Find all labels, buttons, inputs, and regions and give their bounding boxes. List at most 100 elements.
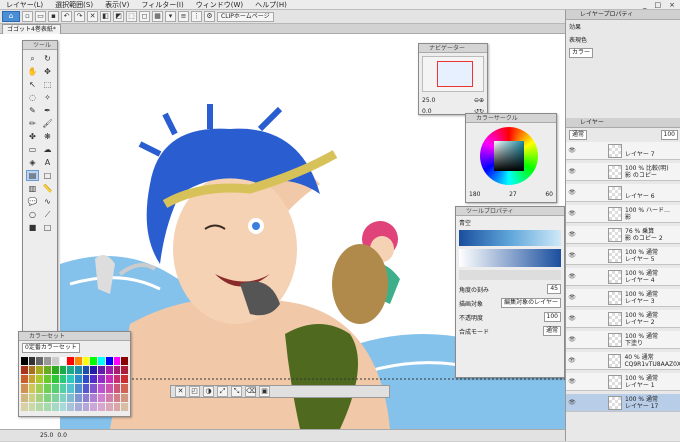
color-swatch[interactable] bbox=[21, 393, 28, 402]
wand-icon[interactable]: ✧ bbox=[41, 92, 54, 103]
color-swatch[interactable] bbox=[21, 366, 28, 375]
navigator-preview[interactable] bbox=[422, 56, 484, 92]
angle-snap-label[interactable]: 角度の刻み bbox=[459, 285, 489, 294]
color-swatch[interactable] bbox=[28, 393, 36, 402]
ellipse-icon[interactable]: ○ bbox=[26, 209, 39, 220]
color-swatch[interactable] bbox=[59, 384, 67, 393]
figure-icon[interactable]: □ bbox=[41, 170, 54, 181]
crop-icon[interactable]: ◰ bbox=[189, 386, 200, 397]
layer-row[interactable]: 👁 100 % 通常 レイヤー 4 bbox=[566, 268, 680, 286]
decoration-icon[interactable]: ❋ bbox=[41, 131, 54, 142]
pen-icon[interactable]: ✒ bbox=[41, 105, 54, 116]
color-swatch[interactable] bbox=[28, 384, 36, 393]
clip-homepage-button[interactable]: CLIPホームページ bbox=[217, 11, 274, 22]
color-swatch[interactable] bbox=[36, 393, 44, 402]
eraser-icon[interactable]: ▭ bbox=[26, 144, 39, 155]
eye-icon[interactable]: 👁 bbox=[566, 210, 578, 217]
color-swatch[interactable] bbox=[113, 402, 121, 411]
color-swatch[interactable] bbox=[105, 393, 113, 402]
deselect-icon[interactable]: ✕ bbox=[175, 386, 186, 397]
maximize-button[interactable]: □ bbox=[652, 0, 665, 10]
minimize-button[interactable]: _ bbox=[640, 0, 650, 10]
expand-icon[interactable]: ⤢ bbox=[217, 386, 228, 397]
home-icon[interactable]: ⌂ bbox=[2, 11, 20, 22]
gradient-preview[interactable] bbox=[459, 230, 561, 246]
layer-row[interactable]: 👁 100 % ハード… 影 bbox=[566, 205, 680, 223]
color-swatch[interactable] bbox=[44, 366, 51, 375]
color-swatch[interactable] bbox=[67, 384, 74, 393]
eye-icon[interactable]: 👁 bbox=[566, 357, 578, 364]
save-icon[interactable]: ▪ bbox=[48, 11, 59, 22]
line-correct-icon[interactable]: ∿ bbox=[41, 196, 54, 207]
layer-blend-select[interactable]: 通常 bbox=[569, 130, 588, 140]
color-swatch[interactable] bbox=[28, 402, 36, 411]
color-swatch[interactable] bbox=[21, 357, 28, 366]
color-swatch[interactable] bbox=[90, 393, 98, 402]
color-swatch[interactable] bbox=[90, 366, 98, 375]
color-swatch[interactable] bbox=[90, 357, 98, 366]
navigator-zoom[interactable]: 25.0 bbox=[422, 97, 435, 104]
menu-layer[interactable]: レイヤー(L) bbox=[0, 0, 49, 10]
color-swatch[interactable] bbox=[121, 375, 128, 384]
color-swatch[interactable] bbox=[36, 375, 44, 384]
color-swatch[interactable] bbox=[121, 366, 128, 375]
target-select[interactable]: 編集対象のレイヤー bbox=[501, 298, 561, 308]
hand-icon[interactable]: ✋ bbox=[26, 66, 39, 77]
color-swatch[interactable] bbox=[98, 402, 105, 411]
gradient-editor[interactable] bbox=[459, 249, 561, 267]
brush-icon[interactable]: 🖌 bbox=[41, 118, 54, 129]
layer-row[interactable]: 👁 100 % 通常 レイヤー 17 bbox=[566, 394, 680, 412]
color-swatch[interactable] bbox=[113, 393, 121, 402]
layer-row[interactable]: 👁 レイヤー 7 bbox=[566, 142, 680, 160]
eye-icon[interactable]: 👁 bbox=[566, 294, 578, 301]
fill-bucket-icon[interactable]: ◈ bbox=[26, 157, 39, 168]
new-file-icon[interactable]: ▫ bbox=[22, 11, 33, 22]
gradient-icon[interactable]: ▤ bbox=[26, 170, 39, 181]
color-swatch[interactable] bbox=[82, 393, 90, 402]
color-swatch[interactable] bbox=[82, 357, 90, 366]
color-swatch[interactable] bbox=[21, 375, 28, 384]
color-swatch[interactable] bbox=[28, 366, 36, 375]
color-swatch[interactable] bbox=[98, 366, 105, 375]
sub-color-icon[interactable]: □ bbox=[41, 222, 54, 233]
color-swatch[interactable] bbox=[44, 357, 51, 366]
color-swatch[interactable] bbox=[36, 384, 44, 393]
pencil-icon[interactable]: ✏ bbox=[26, 118, 39, 129]
color-swatch[interactable] bbox=[121, 357, 128, 366]
color-swatch[interactable] bbox=[105, 357, 113, 366]
redo-icon[interactable]: ↷ bbox=[74, 11, 85, 22]
color-swatch[interactable] bbox=[90, 402, 98, 411]
color-swatch[interactable] bbox=[121, 393, 128, 402]
color-swatch[interactable] bbox=[82, 402, 90, 411]
layer-row[interactable]: 👁 レイヤー 6 bbox=[566, 184, 680, 202]
frame-icon[interactable]: ▥ bbox=[26, 183, 39, 194]
color-swatch[interactable] bbox=[105, 384, 113, 393]
eye-icon[interactable]: 👁 bbox=[566, 399, 578, 406]
eye-icon[interactable]: 👁 bbox=[566, 378, 578, 385]
zoom-icon[interactable]: ⌕ bbox=[26, 53, 39, 64]
layer-row[interactable]: 👁 100 % 通常 レイヤー 5 bbox=[566, 247, 680, 265]
color-swatch[interactable] bbox=[67, 375, 74, 384]
color-swatch[interactable] bbox=[44, 402, 51, 411]
color-swatch[interactable] bbox=[36, 366, 44, 375]
eye-icon[interactable]: 👁 bbox=[566, 189, 578, 196]
color-swatch[interactable] bbox=[121, 402, 128, 411]
color-swatch[interactable] bbox=[51, 357, 59, 366]
color-swatch[interactable] bbox=[82, 384, 90, 393]
fill-icon[interactable]: ◩ bbox=[113, 11, 124, 22]
open-folder-icon[interactable]: ▭ bbox=[35, 11, 46, 22]
lasso-icon[interactable]: ◌ bbox=[26, 92, 39, 103]
color-swatch[interactable] bbox=[44, 393, 51, 402]
color-swatch[interactable] bbox=[75, 402, 82, 411]
snap-icon[interactable]: ≡ bbox=[178, 11, 189, 22]
color-swatch[interactable] bbox=[113, 375, 121, 384]
color-swatch[interactable] bbox=[59, 393, 67, 402]
color-swatch[interactable] bbox=[67, 402, 74, 411]
status-zoom[interactable]: 25.0 bbox=[40, 432, 53, 439]
eye-icon[interactable]: 👁 bbox=[566, 252, 578, 259]
cut-icon[interactable]: ◧ bbox=[100, 11, 111, 22]
color-v-value[interactable]: 60 bbox=[545, 191, 553, 198]
airbrush-icon[interactable]: ✤ bbox=[26, 131, 39, 142]
eye-icon[interactable]: 👁 bbox=[566, 336, 578, 343]
grid-icon[interactable]: ▦ bbox=[152, 11, 163, 22]
